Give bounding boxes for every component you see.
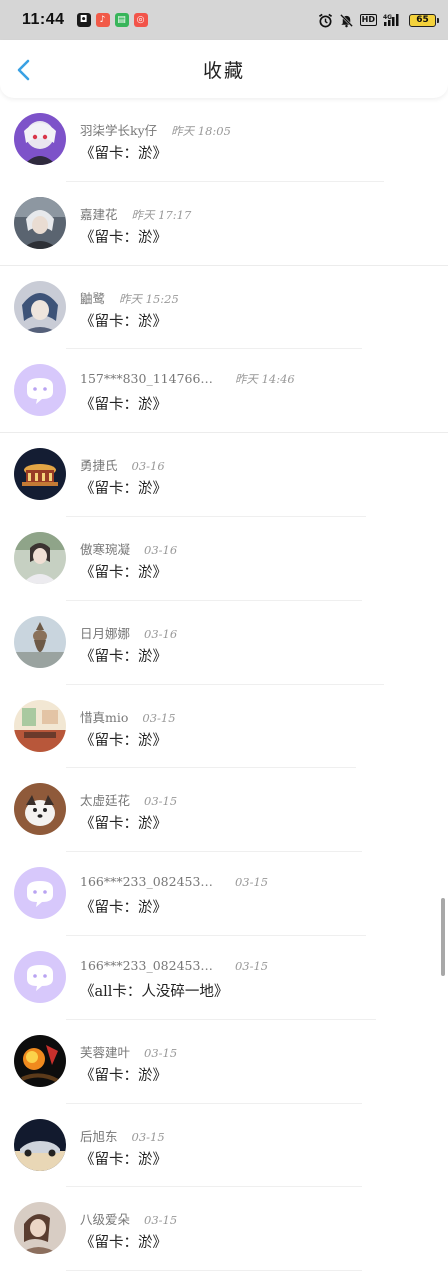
avatar[interactable] xyxy=(14,280,66,333)
default-avatar-icon[interactable] xyxy=(14,950,66,1003)
alarm-icon xyxy=(318,13,333,28)
favorite-content: 《留卡：淤》 xyxy=(80,146,167,162)
list-item[interactable]: 后旭东 03-15 《留卡：淤》 xyxy=(0,1104,448,1188)
favorite-content: 《留卡：淤》 xyxy=(80,816,167,833)
timestamp: 03-15 xyxy=(131,1129,165,1144)
favorite-content: 《留卡：淤》 xyxy=(80,732,167,749)
status-time: 11:44 xyxy=(22,11,65,28)
svg-text:4G: 4G xyxy=(383,14,392,21)
timestamp: 昨天 14:46 xyxy=(234,372,295,387)
user-name: 傲寒琬凝 xyxy=(80,541,131,557)
timestamp: 03-15 xyxy=(144,1213,178,1228)
list-item[interactable]: 157***830_114766… 昨天 14:46 《留卡：淤》 xyxy=(0,349,448,434)
user-name: 后旭东 xyxy=(80,1128,118,1144)
timestamp: 03-16 xyxy=(144,626,178,641)
list-item[interactable]: 羽柒学长ky仔 昨天 18:05 《留卡：淤》 xyxy=(0,98,448,182)
notification-app-icon-1: ◘ xyxy=(76,13,91,27)
timestamp: 03-15 xyxy=(142,710,176,725)
scrollbar[interactable] xyxy=(441,898,445,976)
list-item[interactable]: 166***233_082453… 03-15 《留卡：淤》 xyxy=(0,852,448,936)
list-item[interactable]: 鼬鹭 昨天 15:25 《留卡：淤》 xyxy=(0,266,448,350)
default-avatar-icon[interactable] xyxy=(14,867,66,920)
default-avatar-icon[interactable] xyxy=(14,364,66,417)
list-item[interactable]: 傲寒琬凝 03-16 《留卡：淤》 xyxy=(0,517,448,601)
favorite-content: 《留卡：淤》 xyxy=(80,229,167,246)
avatar[interactable] xyxy=(14,448,66,501)
timestamp: 03-16 xyxy=(131,459,165,474)
favorite-content: 《留卡：淤》 xyxy=(80,313,167,330)
battery-icon: 65 xyxy=(409,13,439,27)
divider xyxy=(66,1270,362,1272)
page-header: 收藏 xyxy=(0,40,448,98)
timestamp: 03-16 xyxy=(144,542,178,557)
user-name: 八级爱朵 xyxy=(80,1212,131,1228)
favorite-content: 《all卡：人没碎一地》 xyxy=(80,983,229,1000)
favorite-content: 《留卡：淤》 xyxy=(80,1235,167,1252)
favorite-content: 《留卡：淤》 xyxy=(80,1151,167,1168)
list-item[interactable]: 芙蓉建叶 03-15 《留卡：淤》 xyxy=(0,1020,448,1104)
notification-app-icon-4: ◎ xyxy=(133,13,148,27)
user-name: 166***233_082453… xyxy=(80,957,213,973)
timestamp: 昨天 18:05 xyxy=(171,124,231,138)
avatar[interactable] xyxy=(14,1202,66,1255)
favorites-list: 羽柒学长ky仔 昨天 18:05 《留卡：淤》 嘉建花 昨天 17:17 《留卡… xyxy=(0,98,448,1272)
favorite-content: 《留卡：淤》 xyxy=(80,648,167,665)
user-name: 鼬鹭 xyxy=(80,290,106,306)
timestamp: 03-15 xyxy=(234,958,269,973)
timestamp: 03-15 xyxy=(144,794,178,809)
timestamp: 昨天 17:17 xyxy=(131,207,192,222)
user-name: 166***233_082453… xyxy=(80,874,213,890)
favorite-content: 《留卡：淤》 xyxy=(80,1067,167,1084)
notification-app-icon-3: ▤ xyxy=(114,13,129,27)
list-item[interactable]: 勇捷氏 03-16 《留卡：淤》 xyxy=(0,433,448,517)
avatar[interactable] xyxy=(14,615,66,668)
user-name: 勇捷氏 xyxy=(80,458,118,474)
list-item[interactable]: 惜真mio 03-15 《留卡：淤》 xyxy=(0,685,448,769)
favorite-content: 《留卡：淤》 xyxy=(80,481,167,498)
list-item[interactable]: 日月娜娜 03-16 《留卡：淤》 xyxy=(0,601,448,685)
avatar[interactable] xyxy=(14,113,66,165)
status-bar: 11:44 ◘ ♪ ▤ ◎ HD 4G 65 xyxy=(0,0,448,40)
list-item[interactable]: 166***233_082453… 03-15 《all卡：人没碎一地》 xyxy=(0,936,448,1020)
avatar[interactable] xyxy=(14,531,66,584)
avatar[interactable] xyxy=(14,783,66,836)
hd-icon: HD xyxy=(359,14,377,26)
user-name: 嘉建花 xyxy=(80,206,118,222)
avatar[interactable] xyxy=(14,1034,66,1087)
signal-icon: 4G xyxy=(383,13,403,27)
back-icon[interactable] xyxy=(14,59,34,81)
user-name: 羽柒学长ky仔 xyxy=(80,123,158,138)
list-item[interactable]: 八级爱朵 03-15 《留卡：淤》 xyxy=(0,1187,448,1272)
list-item[interactable]: 嘉建花 昨天 17:17 《留卡：淤》 xyxy=(0,182,448,266)
timestamp: 03-15 xyxy=(144,1045,178,1060)
avatar[interactable] xyxy=(14,699,66,752)
favorite-content: 《留卡：淤》 xyxy=(80,564,167,581)
list-item[interactable]: 太虚廷花 03-15 《留卡：淤》 xyxy=(0,768,448,853)
user-name: 157***830_114766… xyxy=(80,371,213,387)
avatar[interactable] xyxy=(14,196,66,249)
user-name: 日月娜娜 xyxy=(80,625,131,641)
mute-bell-icon xyxy=(339,13,354,28)
favorite-content: 《留卡：淤》 xyxy=(80,900,167,917)
avatar[interactable] xyxy=(14,1118,66,1171)
user-name: 惜真mio xyxy=(80,709,129,725)
user-name: 芙蓉建叶 xyxy=(80,1044,131,1060)
timestamp: 昨天 15:25 xyxy=(119,291,179,306)
notification-icons: ◘ ♪ ▤ ◎ xyxy=(76,13,148,27)
page-title: 收藏 xyxy=(202,59,245,82)
notification-app-icon-2: ♪ xyxy=(95,13,110,27)
user-name: 太虚廷花 xyxy=(80,793,131,809)
timestamp: 03-15 xyxy=(234,875,269,890)
favorite-content: 《留卡：淤》 xyxy=(80,397,167,414)
